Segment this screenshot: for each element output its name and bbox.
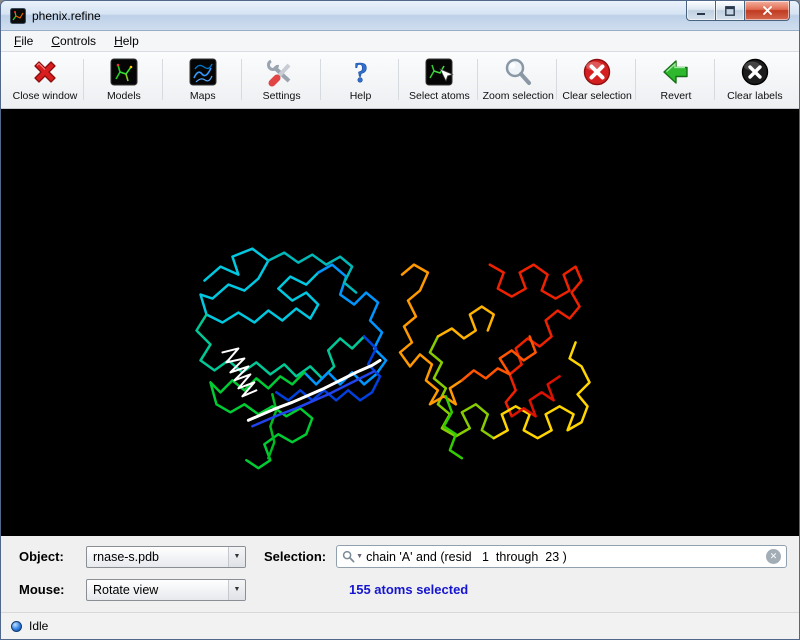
molecule-svg bbox=[1, 109, 799, 536]
toolbar-settings-button[interactable]: Settings bbox=[243, 56, 321, 108]
toolbar-label: Revert bbox=[661, 90, 692, 102]
help-icon: ? bbox=[345, 56, 377, 88]
toolbar-label: Clear labels bbox=[727, 90, 782, 102]
toolbar-maps-button[interactable]: Maps bbox=[164, 56, 242, 108]
toolbar-zoom-selection-button[interactable]: Zoom selection bbox=[479, 56, 557, 108]
toolbar-close-window-button[interactable]: Close window bbox=[6, 56, 84, 108]
clear-search-icon[interactable]: ✕ bbox=[766, 549, 781, 564]
dropdown-arrow-icon: ▼ bbox=[228, 547, 245, 567]
mouse-label: Mouse: bbox=[19, 582, 83, 597]
toolbar-revert-button[interactable]: Revert bbox=[637, 56, 715, 108]
menu-file[interactable]: File bbox=[5, 32, 42, 50]
models-icon bbox=[108, 56, 140, 88]
settings-icon bbox=[266, 56, 298, 88]
minimize-icon bbox=[696, 6, 706, 16]
menubar: File Controls Help bbox=[1, 31, 799, 52]
selection-label: Selection: bbox=[264, 549, 326, 564]
maximize-icon bbox=[725, 6, 735, 16]
statusbar: Idle bbox=[1, 612, 799, 639]
zoom-selection-icon bbox=[502, 56, 534, 88]
maximize-button[interactable] bbox=[715, 1, 745, 21]
toolbar-label: Zoom selection bbox=[483, 90, 554, 102]
minimize-button[interactable] bbox=[686, 1, 716, 21]
toolbar-label: Settings bbox=[263, 90, 301, 102]
atoms-selected-text: 155 atoms selected bbox=[349, 582, 468, 597]
maps-icon bbox=[187, 56, 219, 88]
toolbar-label: Clear selection bbox=[562, 90, 631, 102]
object-label: Object: bbox=[19, 549, 83, 564]
select-atoms-icon bbox=[423, 56, 455, 88]
object-dropdown[interactable]: rnase-s.pdb ▼ bbox=[86, 546, 246, 568]
titlebar[interactable]: phenix.refine bbox=[1, 1, 799, 31]
mouse-mode-value: Rotate view bbox=[87, 583, 228, 597]
toolbar-label: Help bbox=[350, 90, 372, 102]
clear-selection-icon bbox=[581, 56, 613, 88]
close-window-icon bbox=[29, 56, 61, 88]
toolbar-select-atoms-button[interactable]: Select atoms bbox=[400, 56, 478, 108]
menu-help[interactable]: Help bbox=[105, 32, 148, 50]
toolbar-help-button[interactable]: ? Help bbox=[322, 56, 400, 108]
toolbar-label: Select atoms bbox=[409, 90, 470, 102]
toolbar-clear-selection-button[interactable]: Clear selection bbox=[558, 56, 636, 108]
dropdown-arrow-icon: ▼ bbox=[228, 580, 245, 600]
search-options-arrow-icon[interactable]: ▼ bbox=[356, 553, 363, 560]
window-title: phenix.refine bbox=[32, 9, 101, 23]
status-text: Idle bbox=[29, 619, 48, 633]
controls-panel: Object: rnase-s.pdb ▼ Selection: ▼ chain… bbox=[1, 536, 799, 612]
window-icon bbox=[10, 8, 26, 24]
menu-controls[interactable]: Controls bbox=[42, 32, 105, 50]
search-icon bbox=[342, 550, 355, 563]
close-button[interactable] bbox=[744, 1, 790, 21]
object-dropdown-value: rnase-s.pdb bbox=[87, 550, 228, 564]
molecule-viewport[interactable] bbox=[1, 109, 799, 536]
toolbar-models-button[interactable]: Models bbox=[85, 56, 163, 108]
clear-labels-icon bbox=[739, 56, 771, 88]
toolbar-clear-labels-button[interactable]: Clear labels bbox=[716, 56, 794, 108]
selection-search-input[interactable]: ▼ chain 'A' and (resid 1 through 23 ) ✕ bbox=[336, 545, 787, 568]
phenix-window: phenix.refine File Controls Help Close w… bbox=[0, 0, 800, 640]
toolbar: Close window Models Maps bbox=[1, 52, 799, 109]
revert-icon bbox=[660, 56, 692, 88]
toolbar-label: Models bbox=[107, 90, 141, 102]
toolbar-label: Close window bbox=[13, 90, 78, 102]
caption-buttons bbox=[687, 1, 790, 21]
status-led-icon bbox=[11, 621, 22, 632]
selection-value: chain 'A' and (resid 1 through 23 ) bbox=[366, 550, 567, 564]
close-icon bbox=[762, 5, 773, 16]
svg-text:?: ? bbox=[354, 58, 368, 88]
mouse-mode-dropdown[interactable]: Rotate view ▼ bbox=[86, 579, 246, 601]
toolbar-label: Maps bbox=[190, 90, 216, 102]
